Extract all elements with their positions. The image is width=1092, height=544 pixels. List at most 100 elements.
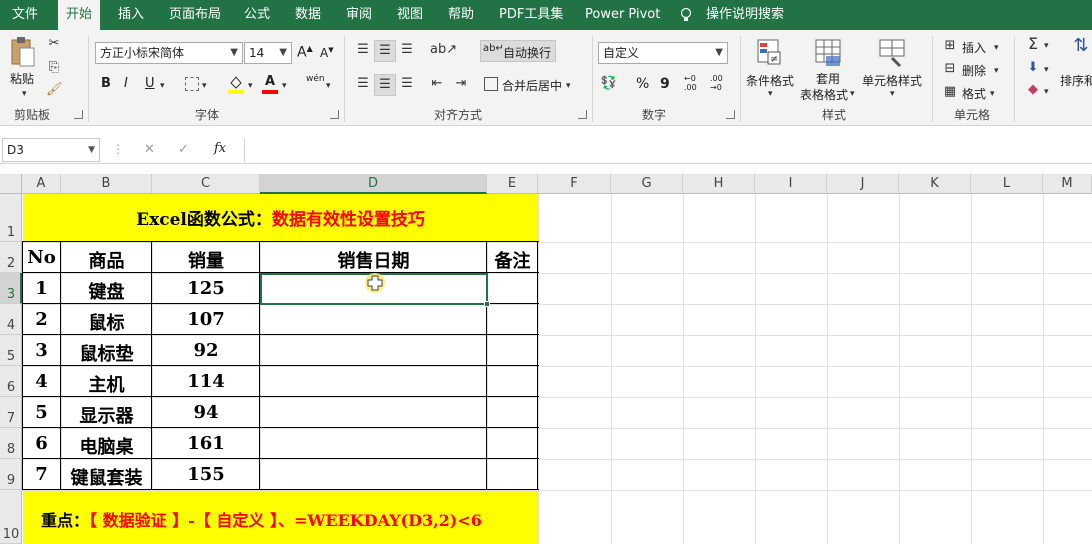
font-size-combo[interactable]: 14 ▼ [244, 42, 292, 64]
align-top-icon[interactable]: ☰ [354, 42, 372, 58]
sort-filter-button[interactable]: 排序和 [1060, 72, 1092, 89]
menu-power-pivot[interactable]: Power Pivot [585, 0, 660, 30]
menu-home[interactable]: 开始 [58, 0, 101, 30]
menu-data[interactable]: 数据 [295, 0, 321, 30]
header-cell[interactable]: 备注 [487, 247, 538, 273]
column-header-d[interactable]: D [260, 174, 487, 194]
increase-decimal-button[interactable]: ←0 .00 [684, 74, 704, 92]
no-cell[interactable]: 7 [22, 464, 61, 485]
delete-button[interactable]: 删除 [962, 62, 986, 79]
no-cell[interactable]: 5 [22, 402, 61, 423]
grow-font-button[interactable]: A▲ [297, 44, 313, 61]
row-header-7[interactable]: 7 [0, 397, 22, 428]
merge-center-icon[interactable] [484, 77, 498, 91]
name-box[interactable]: D3 ▼ [2, 138, 100, 162]
shrink-font-button[interactable]: A▼ [320, 46, 334, 60]
sales-cell[interactable]: 125 [152, 278, 260, 299]
sales-cell[interactable]: 107 [152, 309, 260, 330]
conditional-format-icon[interactable]: ≠ [756, 38, 784, 68]
paste-icon[interactable] [10, 36, 36, 68]
select-all-corner[interactable] [0, 174, 22, 194]
clear-icon[interactable]: ◆ [1024, 82, 1042, 98]
autosum-icon[interactable]: Σ [1024, 36, 1042, 52]
format-as-table-line1[interactable]: 套用 [816, 70, 840, 87]
product-cell[interactable]: 键鼠套装 [61, 464, 152, 490]
row-header-4[interactable]: 4 [0, 304, 22, 335]
decrease-indent-icon[interactable]: ⇤ [428, 76, 446, 92]
row-header-1[interactable]: 1 [0, 194, 22, 242]
sales-cell[interactable]: 114 [152, 371, 260, 392]
column-header-m[interactable]: M [1043, 174, 1092, 194]
confirm-icon[interactable]: ✓ [178, 142, 189, 157]
column-header-b[interactable]: B [61, 174, 152, 194]
no-cell[interactable]: 3 [22, 340, 61, 361]
column-header-h[interactable]: H [683, 174, 755, 194]
insert-cells-icon[interactable]: ⊞ [942, 38, 958, 54]
product-cell[interactable]: 鼠标垫 [61, 340, 152, 366]
row-header-9[interactable]: 9 [0, 459, 22, 490]
number-launcher-icon[interactable] [726, 110, 735, 119]
product-cell[interactable]: 电脑桌 [61, 433, 152, 459]
column-header-i[interactable]: I [755, 174, 827, 194]
column-header-k[interactable]: K [899, 174, 971, 194]
header-cell[interactable]: 销量 [152, 247, 260, 273]
cut-icon[interactable]: ✂ [46, 36, 62, 52]
format-as-table-button[interactable]: 表格格式 [800, 86, 848, 103]
product-cell[interactable]: 显示器 [61, 402, 152, 428]
phonetic-guide-button[interactable]: wén [306, 74, 325, 84]
insert-button[interactable]: 插入 [962, 39, 986, 56]
italic-button[interactable]: I [124, 76, 128, 91]
bold-button[interactable]: B [101, 76, 111, 91]
fill-color-icon[interactable] [228, 74, 244, 94]
no-cell[interactable]: 1 [22, 278, 61, 299]
row-header-3[interactable]: 3 [0, 273, 22, 304]
menu-insert[interactable]: 插入 [118, 0, 144, 30]
wrap-text-button[interactable]: ab↵ 自动换行 [480, 40, 556, 62]
no-cell[interactable]: 2 [22, 309, 61, 330]
sheet-footer-note[interactable]: 重点：【 数据验证 】-【 自定义 】、=WEEKDAY(D3,2)<6 [23, 507, 538, 531]
product-cell[interactable]: 鼠标 [61, 309, 152, 335]
align-center-button[interactable]: ☰ [374, 74, 396, 96]
decrease-decimal-button[interactable]: .00 →0 [710, 74, 730, 92]
sales-cell[interactable]: 155 [152, 464, 260, 485]
comma-button[interactable]: 9 [660, 76, 670, 92]
column-header-e[interactable]: E [487, 174, 538, 194]
increase-indent-icon[interactable]: ⇥ [452, 76, 470, 92]
menu-page-layout[interactable]: 页面布局 [169, 0, 221, 30]
align-bottom-icon[interactable]: ☰ [398, 42, 416, 58]
merge-center-button[interactable]: 合并后居中 [502, 77, 562, 94]
fill-handle[interactable] [484, 301, 490, 307]
header-cell[interactable]: 销售日期 [260, 247, 487, 273]
column-header-l[interactable]: L [971, 174, 1043, 194]
row-header-2[interactable]: 2 [0, 242, 22, 273]
row-header-10[interactable]: 10 [0, 490, 22, 544]
formula-input[interactable] [244, 138, 1092, 162]
product-cell[interactable]: 键盘 [61, 278, 152, 304]
column-header-f[interactable]: F [538, 174, 611, 194]
menu-tell-me[interactable]: 操作说明搜索 [706, 0, 784, 30]
cell-styles-icon[interactable] [878, 38, 906, 68]
menu-file[interactable]: 文件 [12, 0, 38, 30]
sales-cell[interactable]: 161 [152, 433, 260, 454]
percent-button[interactable]: % [636, 76, 649, 92]
fill-icon[interactable]: ⬇ [1024, 60, 1042, 76]
orientation-icon[interactable]: ab↗ [430, 42, 457, 58]
font-name-combo[interactable]: 方正小标宋简体 ▼ [95, 42, 243, 64]
row-header-5[interactable]: 5 [0, 335, 22, 366]
sheet-title[interactable]: Excel函数公式：数据有效性设置技巧 [23, 205, 538, 230]
underline-button[interactable]: U [145, 76, 155, 91]
number-format-combo[interactable]: 自定义 ▼ [598, 42, 728, 64]
menu-review[interactable]: 审阅 [346, 0, 372, 30]
clipboard-launcher-icon[interactable] [74, 110, 83, 119]
header-cell[interactable]: 商品 [61, 247, 152, 273]
sales-cell[interactable]: 94 [152, 402, 260, 423]
font-launcher-icon[interactable] [330, 110, 339, 119]
column-header-c[interactable]: C [152, 174, 260, 194]
format-button[interactable]: 格式 [962, 85, 986, 102]
column-header-j[interactable]: J [827, 174, 899, 194]
align-middle-button[interactable]: ☰ [374, 40, 396, 62]
cancel-icon[interactable]: ✕ [144, 142, 155, 157]
alignment-launcher-icon[interactable] [578, 110, 587, 119]
align-left-icon[interactable]: ☰ [354, 76, 372, 92]
format-cells-icon[interactable]: ▦ [942, 84, 958, 100]
